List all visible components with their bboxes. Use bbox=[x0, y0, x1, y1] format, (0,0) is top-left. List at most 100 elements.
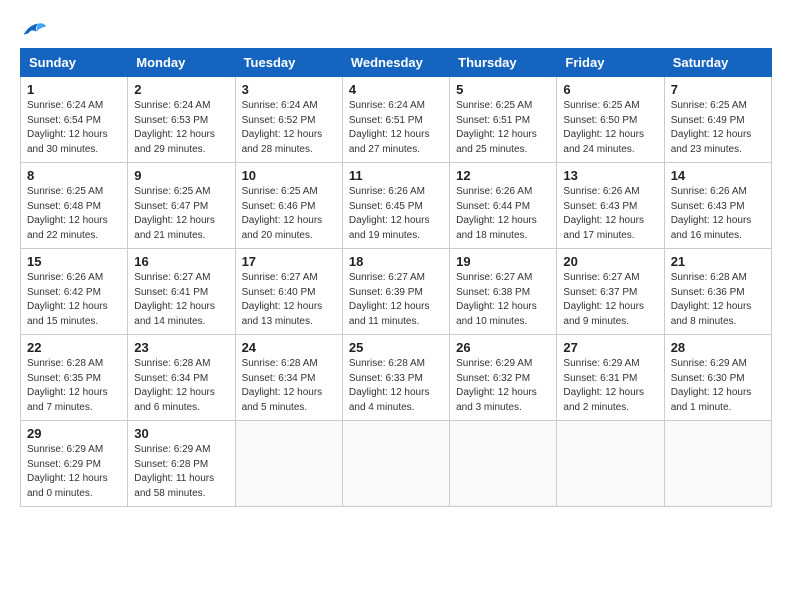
calendar-day-cell: 5 Sunrise: 6:25 AMSunset: 6:51 PMDayligh… bbox=[450, 77, 557, 163]
calendar-week-row: 29 Sunrise: 6:29 AMSunset: 6:29 PMDaylig… bbox=[21, 421, 772, 507]
calendar-day-cell: 6 Sunrise: 6:25 AMSunset: 6:50 PMDayligh… bbox=[557, 77, 664, 163]
day-number: 1 bbox=[27, 82, 121, 97]
calendar-day-cell: 17 Sunrise: 6:27 AMSunset: 6:40 PMDaylig… bbox=[235, 249, 342, 335]
calendar-table: SundayMondayTuesdayWednesdayThursdayFrid… bbox=[20, 48, 772, 507]
day-number: 6 bbox=[563, 82, 657, 97]
day-info: Sunrise: 6:28 AMSunset: 6:35 PMDaylight:… bbox=[27, 357, 121, 415]
day-number: 13 bbox=[563, 168, 657, 183]
day-number: 11 bbox=[349, 168, 443, 183]
weekday-header: Sunday bbox=[21, 49, 128, 77]
day-number: 19 bbox=[456, 254, 550, 269]
day-info: Sunrise: 6:25 AMSunset: 6:49 PMDaylight:… bbox=[671, 99, 765, 157]
calendar-day-cell: 11 Sunrise: 6:26 AMSunset: 6:45 PMDaylig… bbox=[342, 163, 449, 249]
day-info: Sunrise: 6:26 AMSunset: 6:42 PMDaylight:… bbox=[27, 271, 121, 329]
day-info: Sunrise: 6:27 AMSunset: 6:41 PMDaylight:… bbox=[134, 271, 228, 329]
calendar-day-cell: 13 Sunrise: 6:26 AMSunset: 6:43 PMDaylig… bbox=[557, 163, 664, 249]
calendar-week-row: 22 Sunrise: 6:28 AMSunset: 6:35 PMDaylig… bbox=[21, 335, 772, 421]
weekday-header: Wednesday bbox=[342, 49, 449, 77]
calendar-day-cell: 24 Sunrise: 6:28 AMSunset: 6:34 PMDaylig… bbox=[235, 335, 342, 421]
calendar-day-cell bbox=[235, 421, 342, 507]
day-info: Sunrise: 6:26 AMSunset: 6:43 PMDaylight:… bbox=[563, 185, 657, 243]
day-info: Sunrise: 6:24 AMSunset: 6:51 PMDaylight:… bbox=[349, 99, 443, 157]
day-info: Sunrise: 6:26 AMSunset: 6:43 PMDaylight:… bbox=[671, 185, 765, 243]
calendar-day-cell bbox=[664, 421, 771, 507]
day-info: Sunrise: 6:27 AMSunset: 6:39 PMDaylight:… bbox=[349, 271, 443, 329]
calendar-day-cell: 9 Sunrise: 6:25 AMSunset: 6:47 PMDayligh… bbox=[128, 163, 235, 249]
day-number: 5 bbox=[456, 82, 550, 97]
day-number: 29 bbox=[27, 426, 121, 441]
calendar-week-row: 8 Sunrise: 6:25 AMSunset: 6:48 PMDayligh… bbox=[21, 163, 772, 249]
day-number: 24 bbox=[242, 340, 336, 355]
day-number: 4 bbox=[349, 82, 443, 97]
day-number: 23 bbox=[134, 340, 228, 355]
calendar-day-cell bbox=[557, 421, 664, 507]
calendar-day-cell: 23 Sunrise: 6:28 AMSunset: 6:34 PMDaylig… bbox=[128, 335, 235, 421]
day-info: Sunrise: 6:27 AMSunset: 6:40 PMDaylight:… bbox=[242, 271, 336, 329]
day-info: Sunrise: 6:27 AMSunset: 6:38 PMDaylight:… bbox=[456, 271, 550, 329]
day-number: 3 bbox=[242, 82, 336, 97]
day-number: 27 bbox=[563, 340, 657, 355]
day-number: 28 bbox=[671, 340, 765, 355]
calendar-day-cell: 30 Sunrise: 6:29 AMSunset: 6:28 PMDaylig… bbox=[128, 421, 235, 507]
day-info: Sunrise: 6:25 AMSunset: 6:46 PMDaylight:… bbox=[242, 185, 336, 243]
calendar-day-cell: 16 Sunrise: 6:27 AMSunset: 6:41 PMDaylig… bbox=[128, 249, 235, 335]
day-number: 2 bbox=[134, 82, 228, 97]
day-number: 26 bbox=[456, 340, 550, 355]
day-info: Sunrise: 6:26 AMSunset: 6:45 PMDaylight:… bbox=[349, 185, 443, 243]
calendar-day-cell: 28 Sunrise: 6:29 AMSunset: 6:30 PMDaylig… bbox=[664, 335, 771, 421]
day-info: Sunrise: 6:25 AMSunset: 6:50 PMDaylight:… bbox=[563, 99, 657, 157]
calendar-day-cell: 1 Sunrise: 6:24 AMSunset: 6:54 PMDayligh… bbox=[21, 77, 128, 163]
calendar-day-cell: 25 Sunrise: 6:28 AMSunset: 6:33 PMDaylig… bbox=[342, 335, 449, 421]
calendar-day-cell: 27 Sunrise: 6:29 AMSunset: 6:31 PMDaylig… bbox=[557, 335, 664, 421]
day-info: Sunrise: 6:29 AMSunset: 6:29 PMDaylight:… bbox=[27, 443, 121, 501]
logo-bird-icon bbox=[22, 20, 46, 40]
weekday-header: Monday bbox=[128, 49, 235, 77]
calendar-day-cell: 15 Sunrise: 6:26 AMSunset: 6:42 PMDaylig… bbox=[21, 249, 128, 335]
day-number: 8 bbox=[27, 168, 121, 183]
day-info: Sunrise: 6:29 AMSunset: 6:28 PMDaylight:… bbox=[134, 443, 228, 501]
day-info: Sunrise: 6:24 AMSunset: 6:53 PMDaylight:… bbox=[134, 99, 228, 157]
day-info: Sunrise: 6:26 AMSunset: 6:44 PMDaylight:… bbox=[456, 185, 550, 243]
day-number: 9 bbox=[134, 168, 228, 183]
day-number: 22 bbox=[27, 340, 121, 355]
day-info: Sunrise: 6:25 AMSunset: 6:47 PMDaylight:… bbox=[134, 185, 228, 243]
logo bbox=[20, 20, 46, 40]
day-info: Sunrise: 6:28 AMSunset: 6:34 PMDaylight:… bbox=[242, 357, 336, 415]
day-info: Sunrise: 6:28 AMSunset: 6:34 PMDaylight:… bbox=[134, 357, 228, 415]
calendar-day-cell: 14 Sunrise: 6:26 AMSunset: 6:43 PMDaylig… bbox=[664, 163, 771, 249]
calendar-day-cell: 26 Sunrise: 6:29 AMSunset: 6:32 PMDaylig… bbox=[450, 335, 557, 421]
calendar-week-row: 15 Sunrise: 6:26 AMSunset: 6:42 PMDaylig… bbox=[21, 249, 772, 335]
day-info: Sunrise: 6:27 AMSunset: 6:37 PMDaylight:… bbox=[563, 271, 657, 329]
day-number: 10 bbox=[242, 168, 336, 183]
calendar-day-cell: 4 Sunrise: 6:24 AMSunset: 6:51 PMDayligh… bbox=[342, 77, 449, 163]
weekday-header: Saturday bbox=[664, 49, 771, 77]
calendar-day-cell bbox=[450, 421, 557, 507]
calendar-day-cell: 29 Sunrise: 6:29 AMSunset: 6:29 PMDaylig… bbox=[21, 421, 128, 507]
calendar-day-cell: 7 Sunrise: 6:25 AMSunset: 6:49 PMDayligh… bbox=[664, 77, 771, 163]
page-header bbox=[20, 20, 772, 40]
calendar-day-cell: 8 Sunrise: 6:25 AMSunset: 6:48 PMDayligh… bbox=[21, 163, 128, 249]
day-number: 18 bbox=[349, 254, 443, 269]
weekday-header: Friday bbox=[557, 49, 664, 77]
calendar-day-cell: 10 Sunrise: 6:25 AMSunset: 6:46 PMDaylig… bbox=[235, 163, 342, 249]
day-info: Sunrise: 6:24 AMSunset: 6:54 PMDaylight:… bbox=[27, 99, 121, 157]
calendar-day-cell: 21 Sunrise: 6:28 AMSunset: 6:36 PMDaylig… bbox=[664, 249, 771, 335]
day-number: 14 bbox=[671, 168, 765, 183]
calendar-day-cell: 22 Sunrise: 6:28 AMSunset: 6:35 PMDaylig… bbox=[21, 335, 128, 421]
day-number: 12 bbox=[456, 168, 550, 183]
day-number: 7 bbox=[671, 82, 765, 97]
day-number: 20 bbox=[563, 254, 657, 269]
day-number: 16 bbox=[134, 254, 228, 269]
day-info: Sunrise: 6:24 AMSunset: 6:52 PMDaylight:… bbox=[242, 99, 336, 157]
day-info: Sunrise: 6:29 AMSunset: 6:32 PMDaylight:… bbox=[456, 357, 550, 415]
calendar-day-cell: 3 Sunrise: 6:24 AMSunset: 6:52 PMDayligh… bbox=[235, 77, 342, 163]
day-info: Sunrise: 6:28 AMSunset: 6:33 PMDaylight:… bbox=[349, 357, 443, 415]
day-number: 15 bbox=[27, 254, 121, 269]
calendar-week-row: 1 Sunrise: 6:24 AMSunset: 6:54 PMDayligh… bbox=[21, 77, 772, 163]
day-number: 25 bbox=[349, 340, 443, 355]
weekday-header: Tuesday bbox=[235, 49, 342, 77]
calendar-day-cell bbox=[342, 421, 449, 507]
calendar-day-cell: 20 Sunrise: 6:27 AMSunset: 6:37 PMDaylig… bbox=[557, 249, 664, 335]
day-number: 17 bbox=[242, 254, 336, 269]
day-info: Sunrise: 6:29 AMSunset: 6:30 PMDaylight:… bbox=[671, 357, 765, 415]
